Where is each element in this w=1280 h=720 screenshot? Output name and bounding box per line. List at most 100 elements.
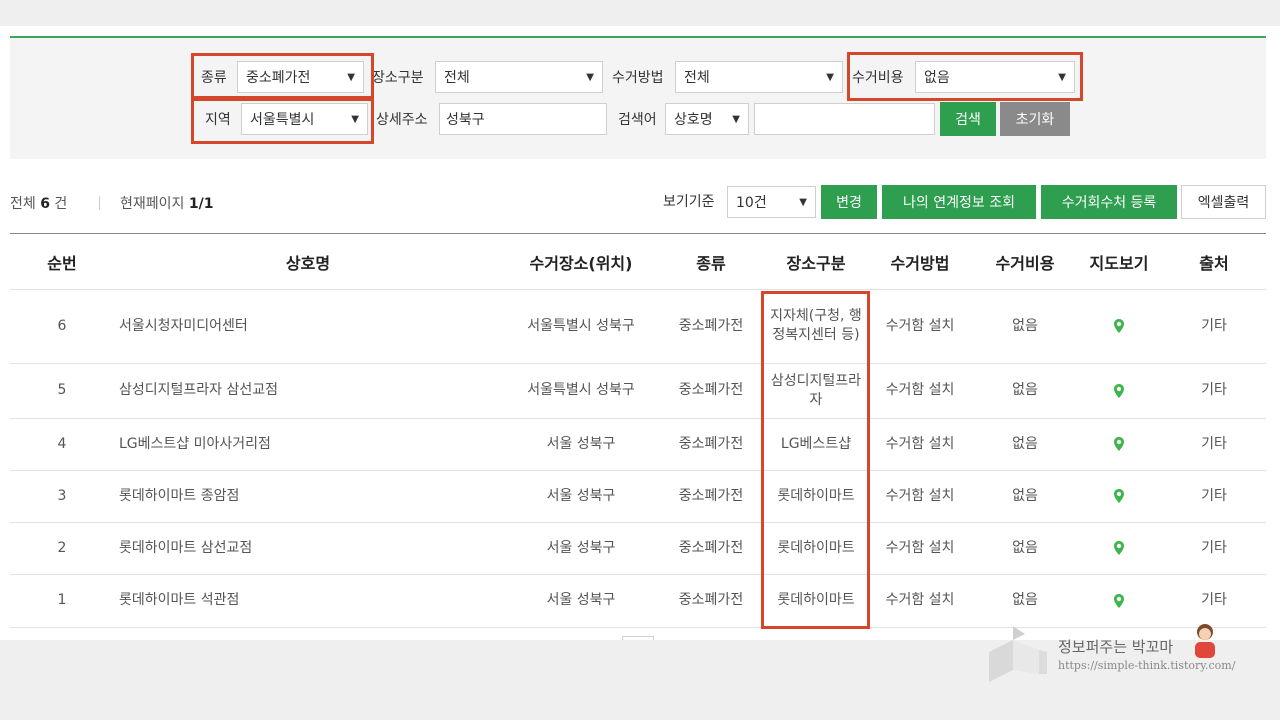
cell-type: 중소폐가전 [678, 592, 744, 609]
region-select[interactable]: 서울특별시 ▼ [241, 103, 368, 135]
map-pin-icon[interactable] [1113, 319, 1125, 333]
chevron-down-icon: ▼ [826, 71, 834, 83]
reset-button[interactable]: 초기화 [1000, 102, 1070, 136]
character-icon [1195, 624, 1215, 658]
column-header: 장소구분 [786, 254, 846, 273]
cell-name: 서울시청자미디어센터 [119, 317, 248, 334]
view-label: 보기기준 [663, 194, 715, 210]
change-button[interactable]: 변경 [821, 185, 877, 219]
cell-type: 중소폐가전 [678, 317, 744, 334]
watermark-title: 정보퍼주는 박꼬마 [1058, 638, 1174, 656]
map-view-button[interactable] [1079, 470, 1159, 522]
cell-place: 롯데하이마트 [777, 487, 855, 504]
cell-place: 롯데하이마트 [777, 539, 855, 556]
cost-select[interactable]: 없음 ▼ [915, 61, 1075, 93]
map-pin-icon[interactable] [1113, 383, 1125, 398]
my-info-button[interactable]: 나의 연계정보 조회 [882, 185, 1036, 219]
keyword-label: 검색어 [618, 112, 657, 128]
cell-no: 6 [57, 317, 67, 334]
column-header: 지도보기 [1089, 254, 1149, 273]
cell-type: 중소폐가전 [678, 539, 744, 556]
page-value: 1/1 [188, 196, 214, 212]
map-pin-icon[interactable] [1113, 489, 1125, 503]
pagination-current[interactable] [622, 636, 654, 640]
cell-type: 중소폐가전 [678, 435, 744, 452]
cell-source: 기타 [1201, 487, 1227, 504]
cell-method: 수거함 설치 [885, 539, 955, 556]
page-label: 현재페이지 [120, 196, 185, 212]
cost-select-value: 없음 [924, 70, 950, 86]
keyword-type-select[interactable]: 상호명 ▼ [665, 103, 749, 135]
cell-no: 5 [57, 382, 67, 399]
cell-place: 지자체(구청, 행정복지센터 등) [770, 308, 862, 343]
search-panel [10, 36, 1266, 159]
watermark-url: https://simple-think.tistory.com/ [1058, 659, 1236, 672]
cell-source: 기타 [1201, 592, 1227, 609]
type-select-value: 중소폐가전 [246, 70, 311, 86]
cell-place: LG베스트샵 [780, 435, 852, 452]
cell-location: 서울 성북구 [546, 487, 616, 504]
cell-place: 롯데하이마트 [777, 592, 855, 609]
cell-location: 서울특별시 성북구 [527, 317, 635, 334]
map-view-button[interactable] [1079, 574, 1159, 627]
table-top-border [10, 233, 1266, 234]
place-select[interactable]: 전체 ▼ [435, 61, 603, 93]
keyword-type-value: 상호명 [674, 112, 713, 128]
cell-source: 기타 [1201, 382, 1227, 399]
view-select[interactable]: 10건 ▼ [727, 186, 816, 218]
type-select[interactable]: 중소폐가전 ▼ [237, 61, 364, 93]
cell-no: 2 [57, 539, 67, 556]
cell-method: 수거함 설치 [885, 592, 955, 609]
column-header: 수거장소(위치) [529, 254, 633, 273]
cell-method: 수거함 설치 [885, 382, 955, 399]
cost-label: 수거비용 [852, 70, 904, 86]
address-input[interactable]: 성북구 [439, 103, 607, 135]
cell-no: 4 [57, 435, 67, 452]
cell-name: 롯데하이마트 석관점 [119, 592, 240, 609]
page-summary: 현재페이지 1/1 [120, 193, 213, 213]
cell-type: 중소폐가전 [678, 382, 744, 399]
method-label: 수거방법 [612, 70, 664, 86]
cell-cost: 없음 [1012, 435, 1038, 452]
chevron-down-icon: ▼ [586, 71, 594, 83]
map-view-button[interactable] [1079, 289, 1159, 363]
cell-place: 삼성디지털프라자 [770, 372, 862, 408]
register-button[interactable]: 수거회수처 등록 [1041, 185, 1177, 219]
cell-method: 수거함 설치 [885, 317, 955, 334]
place-select-value: 전체 [444, 70, 470, 86]
cell-no: 3 [57, 487, 67, 504]
cell-method: 수거함 설치 [885, 487, 955, 504]
map-pin-icon[interactable] [1113, 593, 1125, 608]
column-header: 종류 [696, 254, 726, 273]
chevron-down-icon: ▼ [799, 196, 807, 208]
cell-cost: 없음 [1012, 487, 1038, 504]
keyword-input[interactable] [754, 103, 935, 135]
cell-location: 서울 성북구 [546, 592, 616, 609]
total-suffix: 건 [54, 196, 68, 212]
chevron-down-icon: ▼ [732, 113, 740, 125]
chevron-down-icon: ▼ [347, 71, 355, 83]
map-pin-icon[interactable] [1113, 541, 1125, 555]
excel-button[interactable]: 엑셀출력 [1181, 185, 1266, 219]
place-label: 장소구분 [372, 70, 424, 86]
cell-no: 1 [57, 592, 67, 609]
total-count: 6 [40, 196, 50, 212]
search-button[interactable]: 검색 [940, 102, 996, 136]
cell-name: LG베스트샵 미아사거리점 [119, 435, 271, 452]
map-view-button[interactable] [1079, 363, 1159, 418]
column-header: 순번 [47, 254, 77, 273]
method-select-value: 전체 [684, 70, 710, 86]
chevron-down-icon: ▼ [1058, 71, 1066, 83]
map-pin-icon[interactable] [1113, 437, 1125, 451]
address-label: 상세주소 [376, 112, 428, 128]
method-select[interactable]: 전체 ▼ [675, 61, 843, 93]
column-header: 상호명 [285, 254, 331, 273]
summary-divider [99, 196, 100, 210]
cell-name: 롯데하이마트 종암점 [119, 487, 240, 504]
region-select-value: 서울특별시 [250, 112, 315, 128]
cell-cost: 없음 [1012, 592, 1038, 609]
map-view-button[interactable] [1079, 522, 1159, 574]
cell-source: 기타 [1201, 539, 1227, 556]
cell-source: 기타 [1201, 317, 1227, 334]
map-view-button[interactable] [1079, 418, 1159, 470]
